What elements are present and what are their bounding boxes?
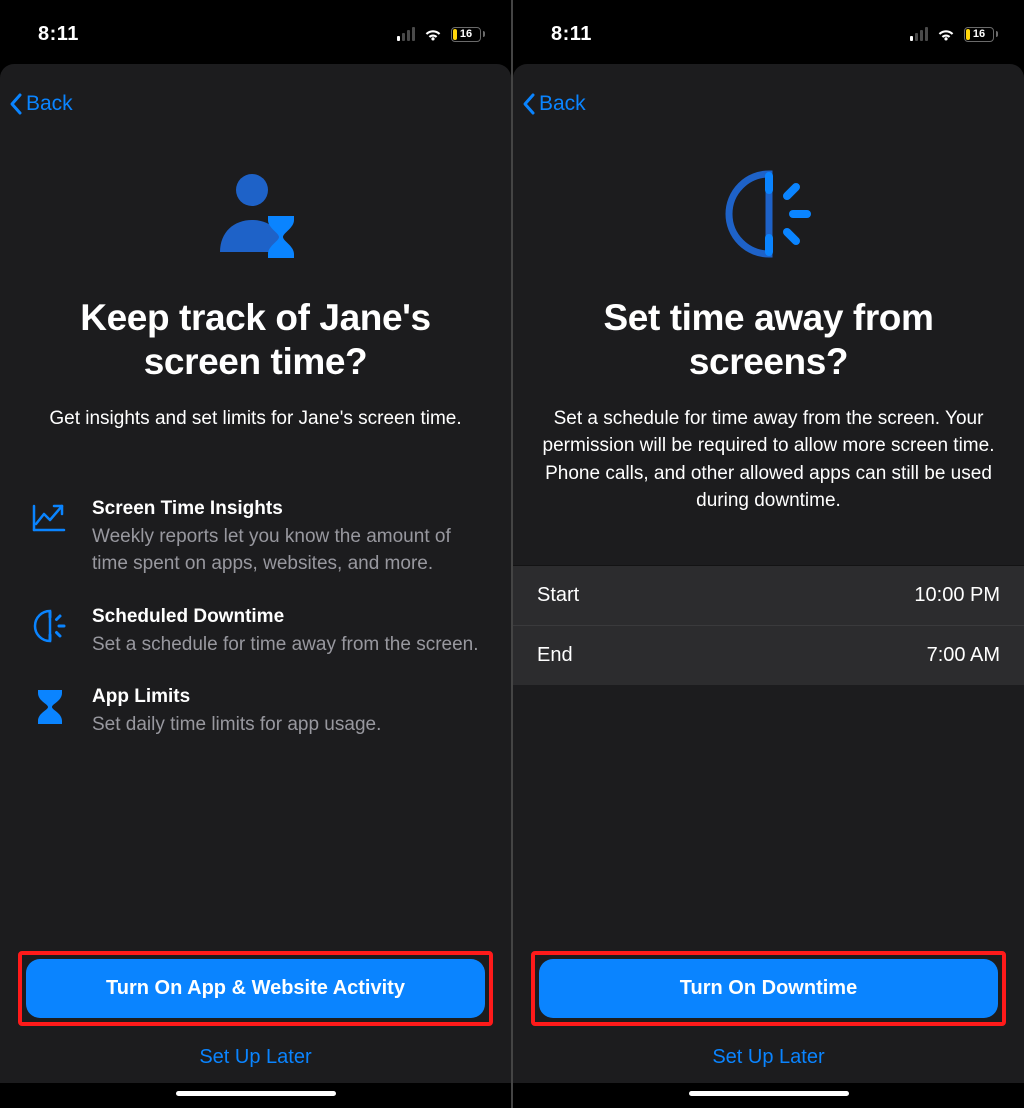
chevron-left-icon <box>521 92 537 116</box>
page-title: Keep track of Jane's screen time? <box>28 296 483 385</box>
back-button[interactable]: Back <box>521 92 586 116</box>
screen-time-activity-screen: 8:11 16 Back <box>0 0 511 1108</box>
back-button[interactable]: Back <box>8 92 73 116</box>
feature-insights: Screen Time Insights Weekly reports let … <box>30 498 481 577</box>
schedule-start-label: Start <box>537 584 579 607</box>
schedule-end-row[interactable]: End 7:00 AM <box>513 626 1024 685</box>
battery-indicator: 16 <box>964 27 998 42</box>
page-title: Set time away from screens? <box>541 296 996 385</box>
status-bar: 8:11 16 <box>513 0 1024 54</box>
highlighted-cta: Turn On App & Website Activity <box>18 951 493 1026</box>
wifi-icon <box>423 27 443 42</box>
downtime-screen: 8:11 16 Back <box>513 0 1024 1108</box>
feature-app-limits: App Limits Set daily time limits for app… <box>30 686 481 739</box>
person-hourglass-icon <box>206 164 306 264</box>
feature-title: Scheduled Downtime <box>92 606 481 628</box>
home-indicator[interactable] <box>176 1091 336 1096</box>
turn-on-activity-button[interactable]: Turn On App & Website Activity <box>26 959 485 1018</box>
home-indicator[interactable] <box>689 1091 849 1096</box>
cellular-signal-icon <box>397 27 415 41</box>
chevron-left-icon <box>8 92 24 116</box>
feature-downtime: Scheduled Downtime Set a schedule for ti… <box>30 606 481 659</box>
cellular-signal-icon <box>910 27 928 41</box>
feature-title: App Limits <box>92 686 481 708</box>
set-up-later-button[interactable]: Set Up Later <box>0 1026 511 1077</box>
status-time: 8:11 <box>38 23 79 46</box>
battery-percentage: 16 <box>460 28 472 40</box>
status-bar: 8:11 16 <box>0 0 511 54</box>
schedule-end-value: 7:00 AM <box>927 644 1000 667</box>
schedule-list: Start 10:00 PM End 7:00 AM <box>513 565 1024 685</box>
battery-indicator: 16 <box>451 27 485 42</box>
feature-title: Screen Time Insights <box>92 498 481 520</box>
feature-list: Screen Time Insights Weekly reports let … <box>0 442 511 738</box>
clock-half-icon <box>30 608 70 644</box>
back-label: Back <box>539 92 586 116</box>
nav-bar: Back <box>0 78 511 124</box>
page-subtitle: Get insights and set limits for Jane's s… <box>49 405 461 433</box>
battery-percentage: 16 <box>973 28 985 40</box>
schedule-end-label: End <box>537 644 573 667</box>
back-label: Back <box>26 92 73 116</box>
hourglass-icon <box>30 688 70 726</box>
page-subtitle: Set a schedule for time away from the sc… <box>541 405 996 515</box>
set-up-later-button[interactable]: Set Up Later <box>513 1026 1024 1077</box>
turn-on-downtime-button[interactable]: Turn On Downtime <box>539 959 998 1018</box>
highlighted-cta: Turn On Downtime <box>531 951 1006 1026</box>
status-time: 8:11 <box>551 23 592 46</box>
feature-desc: Weekly reports let you know the amount o… <box>92 524 481 577</box>
nav-bar: Back <box>513 78 1024 124</box>
clock-half-icon <box>719 164 819 264</box>
schedule-start-row[interactable]: Start 10:00 PM <box>513 566 1024 626</box>
wifi-icon <box>936 27 956 42</box>
feature-desc: Set a schedule for time away from the sc… <box>92 632 481 659</box>
feature-desc: Set daily time limits for app usage. <box>92 712 481 739</box>
schedule-start-value: 10:00 PM <box>914 584 1000 607</box>
chart-icon <box>30 500 70 534</box>
